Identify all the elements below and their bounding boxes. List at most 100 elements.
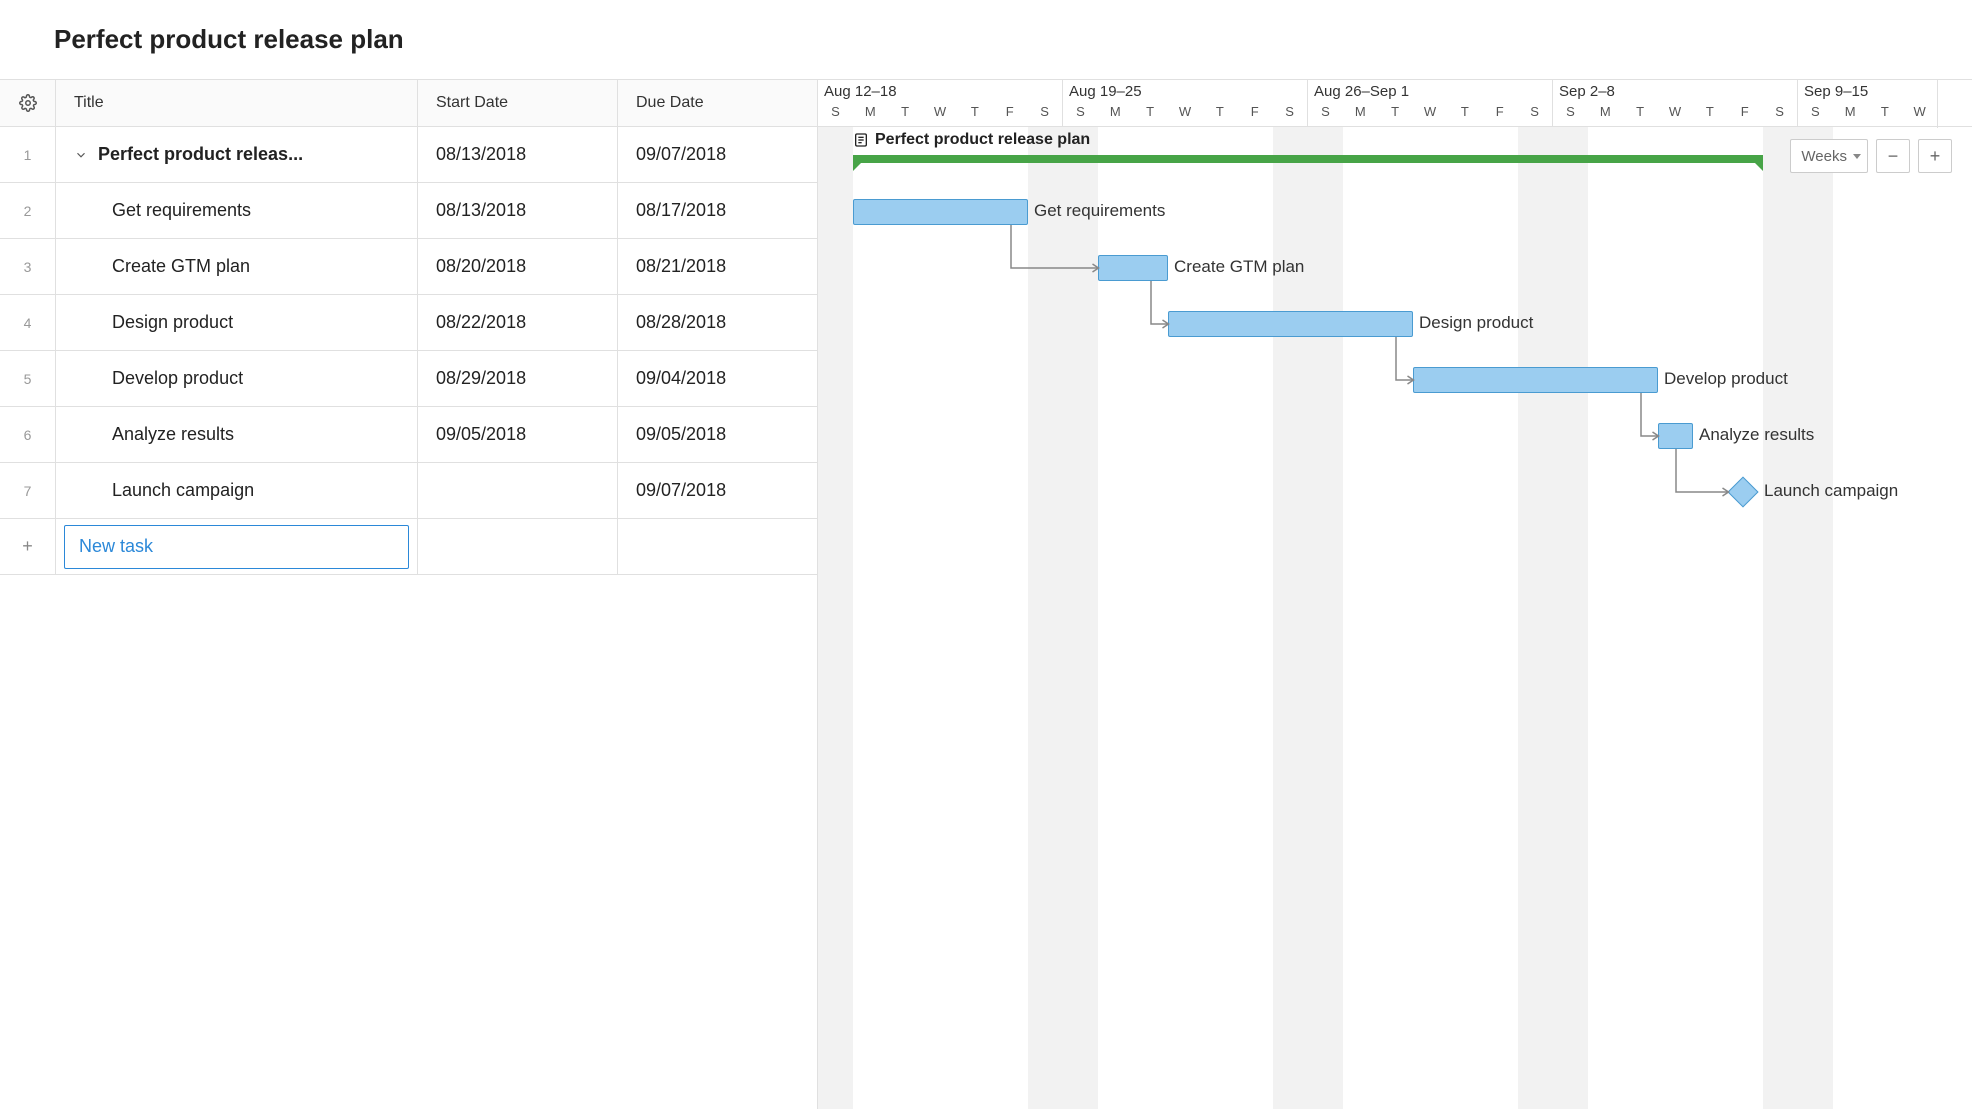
task-title: Get requirements (112, 200, 251, 221)
row-number: 4 (0, 295, 56, 350)
task-bar-label: Get requirements (1034, 201, 1165, 221)
zoom-out-button[interactable]: − (1876, 139, 1910, 173)
timeline-header: Aug 12–18SMTWTFSAug 19–25SMTWTFSAug 26–S… (818, 79, 1972, 127)
task-title-cell[interactable]: Perfect product releas... (56, 127, 418, 182)
week-label: Sep 9–15 (1798, 80, 1937, 100)
task-title: Perfect product releas... (98, 144, 303, 165)
gantt-chart[interactable]: Aug 12–18SMTWTFSAug 19–25SMTWTFSAug 26–S… (818, 79, 1972, 1109)
task-bar-label: Develop product (1664, 369, 1788, 389)
week-header: Sep 2–8SMTWTFS (1553, 80, 1798, 128)
day-label: T (888, 104, 923, 119)
due-date-cell[interactable]: 08/17/2018 (618, 183, 817, 238)
task-title-cell[interactable]: Develop product (56, 351, 418, 406)
week-label: Aug 26–Sep 1 (1308, 80, 1552, 100)
start-date-cell[interactable]: 08/13/2018 (418, 183, 618, 238)
row-number: 6 (0, 407, 56, 462)
start-date-cell[interactable]: 08/22/2018 (418, 295, 618, 350)
dependency-arrow (1147, 277, 1177, 332)
due-date-cell[interactable]: 08/21/2018 (618, 239, 817, 294)
task-title-cell[interactable]: Design product (56, 295, 418, 350)
day-label: S (1063, 104, 1098, 119)
day-label: S (1553, 104, 1588, 119)
day-label: M (1098, 104, 1133, 119)
gantt-row: Launch campaign (818, 463, 1972, 519)
start-date-cell[interactable]: 08/20/2018 (418, 239, 618, 294)
day-label: T (1868, 104, 1903, 119)
due-date-cell[interactable]: 09/04/2018 (618, 351, 817, 406)
new-task-row[interactable]: + (0, 519, 817, 575)
start-date-cell[interactable]: 09/05/2018 (418, 407, 618, 462)
task-table: Title Start Date Due Date 1 Perfect prod… (0, 79, 818, 1109)
table-row[interactable]: 1 Perfect product releas... 08/13/2018 0… (0, 127, 817, 183)
task-bar[interactable] (853, 199, 1028, 225)
dependency-arrow (1392, 333, 1422, 388)
due-date-cell[interactable]: 09/07/2018 (618, 463, 817, 518)
table-row[interactable]: 7Launch campaign 09/07/2018 (0, 463, 817, 519)
day-label: T (1623, 104, 1658, 119)
day-label: M (1343, 104, 1378, 119)
week-header: Aug 26–Sep 1SMTWTFS (1308, 80, 1553, 128)
day-label: S (1517, 104, 1552, 119)
day-label: W (1902, 104, 1937, 119)
day-label: W (1658, 104, 1693, 119)
task-bar[interactable] (1413, 367, 1658, 393)
page-title: Perfect product release plan (0, 0, 1972, 79)
task-title: Develop product (112, 368, 243, 389)
row-number: 7 (0, 463, 56, 518)
new-task-input[interactable] (64, 525, 409, 569)
due-date-cell[interactable]: 08/28/2018 (618, 295, 817, 350)
due-date-cell[interactable]: 09/07/2018 (618, 127, 817, 182)
gantt-body[interactable]: Perfect product release planGet requirem… (818, 127, 1972, 1109)
row-number: 1 (0, 127, 56, 182)
week-label: Sep 2–8 (1553, 80, 1797, 100)
week-header: Aug 19–25SMTWTFS (1063, 80, 1308, 128)
col-header-start[interactable]: Start Date (418, 80, 618, 126)
day-label: T (1202, 104, 1237, 119)
start-date-cell[interactable]: 08/29/2018 (418, 351, 618, 406)
table-row[interactable]: 3Create GTM plan08/20/201808/21/2018 (0, 239, 817, 295)
task-title: Create GTM plan (112, 256, 250, 277)
table-row[interactable]: 6 Analyze results 09/05/201809/05/2018 (0, 407, 817, 463)
zoom-select[interactable]: Weeks (1790, 139, 1868, 173)
col-header-title[interactable]: Title (56, 80, 418, 126)
gantt-row: Get requirements (818, 183, 1972, 239)
due-date-cell[interactable]: 09/05/2018 (618, 407, 817, 462)
task-bar-label: Design product (1419, 313, 1533, 333)
settings-button[interactable] (0, 80, 56, 126)
summary-bar[interactable] (853, 155, 1763, 163)
gantt-row: Create GTM plan (818, 239, 1972, 295)
dependency-arrow (1672, 445, 1737, 500)
task-bar[interactable] (1168, 311, 1413, 337)
zoom-label: Weeks (1801, 148, 1847, 165)
row-number: 5 (0, 351, 56, 406)
task-title: Analyze results (112, 424, 234, 445)
task-title-cell[interactable]: Get requirements (56, 183, 418, 238)
table-row[interactable]: 4 Design product 08/22/201808/28/2018 (0, 295, 817, 351)
col-header-due[interactable]: Due Date (618, 80, 817, 126)
project-icon (853, 132, 869, 148)
task-title: Design product (112, 312, 233, 333)
day-label: W (1413, 104, 1448, 119)
zoom-in-button[interactable]: + (1918, 139, 1952, 173)
day-label: W (923, 104, 958, 119)
dependency-arrow (1637, 389, 1667, 444)
task-bar-label: Launch campaign (1764, 481, 1898, 501)
start-date-cell[interactable] (418, 463, 618, 518)
table-header: Title Start Date Due Date (0, 79, 817, 127)
day-label: S (818, 104, 853, 119)
add-task-button[interactable]: + (0, 519, 56, 574)
task-title-cell[interactable]: Launch campaign (56, 463, 418, 518)
gantt-row: Analyze results (818, 407, 1972, 463)
gear-icon (19, 94, 37, 112)
start-date-cell[interactable]: 08/13/2018 (418, 127, 618, 182)
day-label: T (1447, 104, 1482, 119)
week-header: Sep 9–15SMTW (1798, 80, 1938, 128)
table-row[interactable]: 2Get requirements08/13/201808/17/2018 (0, 183, 817, 239)
day-label: T (1692, 104, 1727, 119)
task-title-cell[interactable]: Create GTM plan (56, 239, 418, 294)
gantt-controls: Weeks − + (1790, 139, 1952, 173)
table-row[interactable]: 5 Develop product 08/29/201809/04/2018 (0, 351, 817, 407)
week-label: Aug 19–25 (1063, 80, 1307, 100)
chevron-down-icon[interactable] (74, 148, 88, 162)
task-title-cell[interactable]: Analyze results (56, 407, 418, 462)
